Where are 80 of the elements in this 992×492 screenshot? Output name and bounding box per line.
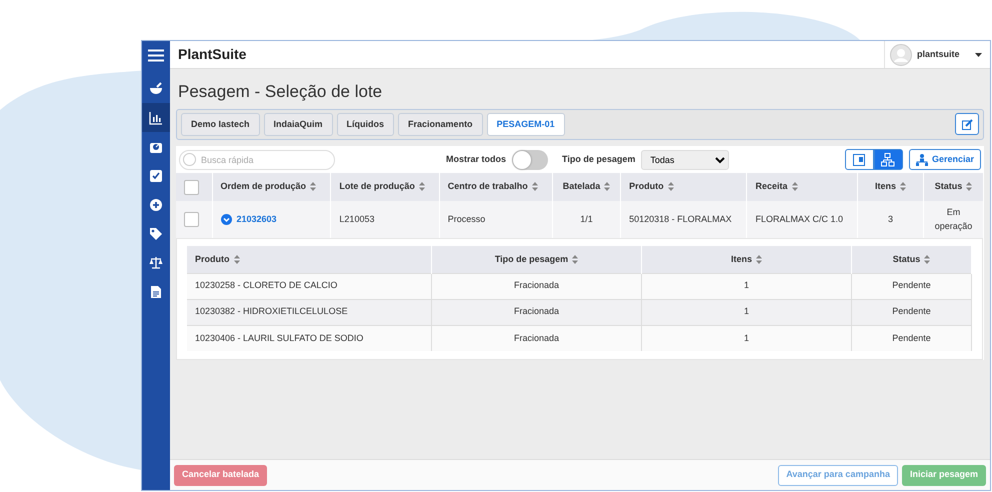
- sort-icon: [756, 254, 762, 264]
- table-cell: 10230258 - CLORETO DE CALCIO: [195, 280, 338, 290]
- sort-icon: [924, 254, 930, 264]
- select-label: Tipo de pesagem: [562, 152, 636, 166]
- table-cell: 1: [744, 332, 749, 342]
- column-header[interactable]: Status: [924, 173, 984, 201]
- manage-button[interactable]: Gerenciar: [908, 149, 981, 170]
- table-cell: Fracionada: [514, 280, 560, 290]
- column-header[interactable]: Lote de produção: [330, 173, 440, 201]
- table-cell: Fracionada: [514, 306, 560, 316]
- weighing-type-select[interactable]: Todas: [641, 150, 730, 170]
- table-cell: 1: [744, 306, 749, 316]
- column-header[interactable]: Itens: [642, 246, 852, 273]
- row-checkbox[interactable]: [184, 212, 199, 227]
- sort-icon: [310, 182, 316, 192]
- plus-circle-icon: [149, 198, 163, 212]
- menu-icon: [148, 49, 164, 62]
- table-cell: Fracionada: [514, 332, 560, 342]
- sort-icon: [792, 182, 798, 192]
- table-cell: FLORALMAX C/C 1.0: [755, 214, 843, 224]
- table-cell: Em operação: [934, 207, 972, 230]
- column-header[interactable]: Tipo de pesagem: [432, 246, 642, 273]
- chevron-down-icon[interactable]: [220, 214, 232, 225]
- table-cell: 1/1: [580, 214, 593, 224]
- sort-icon: [532, 182, 538, 192]
- table-cell: 50120318 - FLORALMAX: [629, 214, 732, 224]
- sort-icon: [900, 182, 906, 192]
- checkbox-icon: [149, 168, 163, 182]
- sort-icon: [572, 254, 578, 264]
- bar-chart-icon: [149, 110, 163, 124]
- mortar-icon: [149, 82, 163, 96]
- avatar-icon: [890, 44, 912, 66]
- table-cell: Pendente: [892, 280, 931, 290]
- column-header[interactable]: Status: [852, 246, 972, 273]
- edit-icon: [962, 118, 972, 130]
- table-cell: L210053: [339, 214, 374, 224]
- edit-button[interactable]: [955, 113, 979, 136]
- breadcrumb-item[interactable]: IndaiaQuim: [264, 112, 333, 136]
- balance-icon: [149, 256, 163, 270]
- search-field[interactable]: Busca rápida: [179, 150, 335, 170]
- breadcrumb-item[interactable]: Líquidos: [336, 112, 394, 136]
- column-header[interactable]: Ordem de produção: [212, 173, 331, 201]
- toggle-label: Mostrar todos: [446, 152, 506, 166]
- table-cell: Processo: [448, 214, 486, 224]
- page-title: Pesagem - Seleção de lote: [178, 81, 384, 103]
- column-header[interactable]: Produto: [620, 173, 747, 201]
- caret-icon: [975, 52, 982, 56]
- view-button[interactable]: [844, 149, 874, 170]
- column-header[interactable]: Centro de trabalho: [439, 173, 552, 201]
- document-icon: [149, 284, 163, 298]
- order-link[interactable]: 21032603: [236, 214, 277, 224]
- breadcrumb-item[interactable]: Fracionamento: [398, 112, 483, 136]
- user-menu[interactable]: plantsuite: [884, 41, 990, 68]
- table-cell: 3: [888, 214, 893, 224]
- app-title: PlantSuite: [177, 45, 246, 64]
- breadcrumb-item[interactable]: PESAGEM-01: [486, 112, 565, 136]
- sort-icon: [668, 182, 674, 192]
- sort-icon: [234, 254, 240, 264]
- panel-icon: [853, 154, 866, 166]
- view-button[interactable]: [874, 149, 903, 170]
- show-all-toggle[interactable]: [512, 150, 548, 170]
- select-all-checkbox[interactable]: [184, 180, 199, 194]
- sort-icon: [966, 182, 972, 192]
- table-cell: Pendente: [892, 332, 931, 342]
- column-header[interactable]: Produto: [187, 246, 432, 273]
- column-header[interactable]: Batelada: [552, 173, 621, 201]
- sidebar-item[interactable]: [142, 103, 170, 132]
- hierarchy-icon: [881, 152, 896, 166]
- tag-icon: [149, 226, 163, 240]
- table-cell: 10230406 - LAURIL SULFATO DE SODIO: [195, 332, 364, 342]
- user-name: plantsuite: [917, 48, 961, 61]
- table-cell: Pendente: [892, 306, 931, 316]
- hierarchy-icon: [916, 154, 928, 166]
- sort-icon: [604, 182, 610, 192]
- table-cell: 10230382 - HIDROXIETILCELULOSE: [195, 306, 348, 316]
- column-header[interactable]: Itens: [858, 173, 924, 201]
- sort-icon: [418, 182, 425, 192]
- breadcrumb-item[interactable]: Demo Iastech: [181, 112, 260, 136]
- column-header[interactable]: Receita: [746, 173, 858, 201]
- table-cell: 1: [744, 280, 749, 290]
